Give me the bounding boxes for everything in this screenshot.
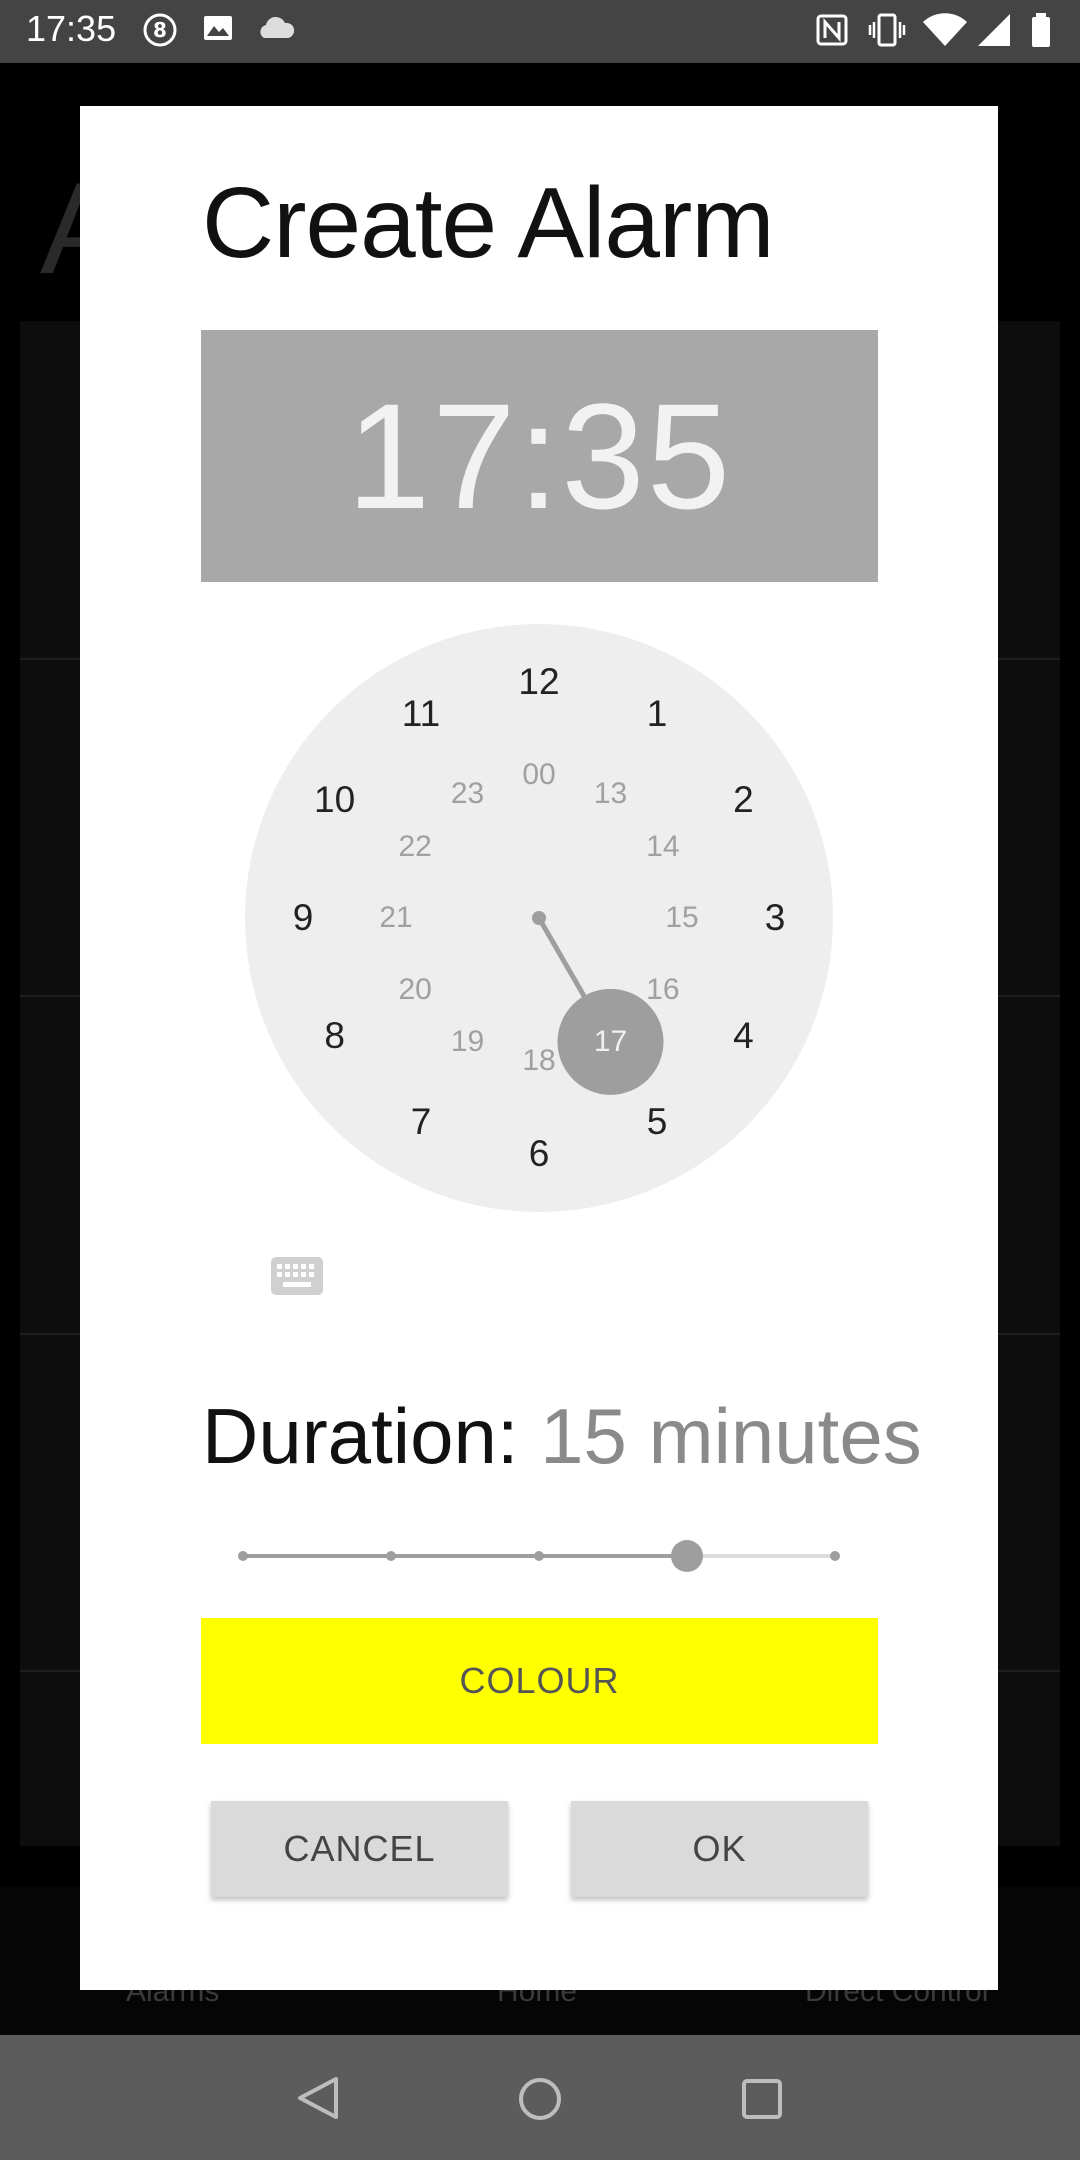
duration-value: 15 minutes [540,1392,922,1480]
clock-hour-6[interactable]: 6 [529,1133,550,1175]
clock-hour-00[interactable]: 00 [522,758,555,792]
slider-track-active [243,1554,687,1558]
clock-hour-10[interactable]: 10 [314,779,355,821]
clock-hour-11[interactable]: 11 [402,693,440,735]
clock-hour-12[interactable]: 12 [518,661,559,703]
slider-thumb[interactable] [671,1540,703,1572]
duration-row: Duration: 15 minutes [202,1391,922,1482]
clock-hour-13[interactable]: 13 [594,777,627,811]
clock-hour-17[interactable]: 17 [594,1025,627,1059]
ok-button[interactable]: OK [571,1801,868,1897]
dialog-title: Create Alarm [202,167,775,279]
clock-hour-9[interactable]: 9 [293,897,314,939]
clock-hour-8[interactable]: 8 [324,1015,345,1057]
duration-label: Duration: [202,1392,519,1480]
slider-tick [238,1551,248,1561]
clock-hour-18[interactable]: 18 [522,1044,555,1078]
vibrate-icon [868,13,906,47]
clock-hour-19[interactable]: 19 [451,1025,484,1059]
slider-tick [534,1551,544,1561]
slider-tick [830,1551,840,1561]
clock-hour-22[interactable]: 22 [398,830,431,864]
clock-hour-16[interactable]: 16 [646,973,679,1007]
svg-text:8: 8 [153,18,167,42]
cancel-button[interactable]: CANCEL [211,1801,508,1897]
cloud-icon [260,16,295,38]
wifi-icon [923,13,967,46]
recents-icon[interactable] [740,2077,784,2121]
clock-dial[interactable]: 12 1 2 3 4 5 6 7 8 9 10 11 00 13 14 15 16 17 18 19 20 21 22 23 [245,624,833,1212]
home-icon[interactable] [516,2075,564,2123]
battery-icon [1032,13,1050,47]
clock-hour-23[interactable]: 23 [451,777,484,811]
clock-hour-5[interactable]: 5 [647,1101,668,1143]
clock-hour-3[interactable]: 3 [765,897,786,939]
clock-hour-21[interactable]: 21 [379,901,412,935]
clock-hand [532,911,664,1095]
slider-track-rest [687,1554,837,1558]
nfc-icon [816,14,848,46]
circle-8-icon: 8 [143,13,177,47]
clock-hour-15[interactable]: 15 [665,901,698,935]
signal-icon [978,14,1010,46]
image-icon [204,16,232,40]
colour-button[interactable]: COLOUR [201,1618,878,1744]
time-display-value: 17:35 [346,371,733,540]
time-display[interactable]: 17:35 [201,330,878,582]
duration-slider[interactable] [238,1531,840,1581]
back-icon[interactable] [296,2075,340,2121]
clock-hour-20[interactable]: 20 [398,973,431,1007]
status-time: 17:35 [26,8,117,49]
clock-hour-14[interactable]: 14 [646,830,679,864]
keyboard-icon[interactable] [270,1256,324,1296]
system-navigation-bar [0,2035,1080,2160]
clock-hour-2[interactable]: 2 [733,779,754,821]
slider-tick [386,1551,396,1561]
create-alarm-dialog: Create Alarm 17:35 12 1 2 3 4 5 6 7 8 9 10 11 00 13 14… [80,106,998,1990]
status-bar: 17:35 8 [0,0,1080,63]
clock-center-dot [532,911,546,925]
clock-hour-7[interactable]: 7 [411,1101,432,1143]
clock-hour-4[interactable]: 4 [733,1015,754,1057]
clock-hour-1[interactable]: 1 [647,693,668,735]
